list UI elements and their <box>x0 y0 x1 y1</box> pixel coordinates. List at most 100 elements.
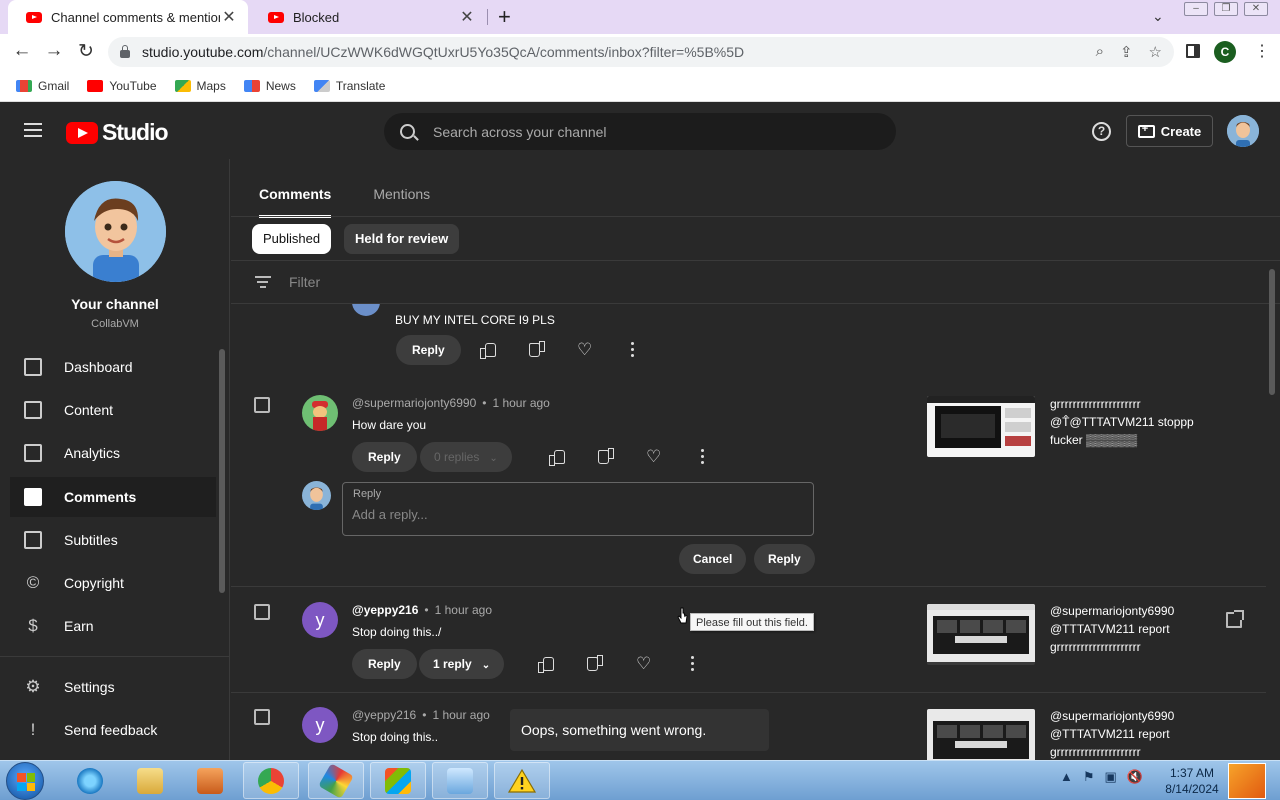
sidebar-item-content[interactable]: Content <box>10 390 216 430</box>
video-thumbnail[interactable] <box>927 396 1035 457</box>
sidebar-item-earn[interactable]: $ Earn <box>10 606 216 646</box>
taskbar-windows-app[interactable] <box>370 762 426 799</box>
tray-expand-icon[interactable]: ▲ <box>1060 769 1073 785</box>
heart-icon[interactable]: ♡ <box>636 655 651 672</box>
thumbs-down-icon[interactable] <box>587 657 603 671</box>
reload-icon[interactable]: ↻ <box>74 40 98 63</box>
replies-toggle[interactable]: 1 reply ⌄ <box>419 649 505 679</box>
start-button[interactable] <box>6 762 44 800</box>
minimize-icon[interactable]: – <box>1184 2 1208 16</box>
bookmark-news[interactable]: News <box>243 79 296 93</box>
commenter-avatar[interactable] <box>352 304 380 316</box>
chip-held-for-review[interactable]: Held for review <box>344 224 460 254</box>
thumbs-up-icon[interactable] <box>480 343 496 359</box>
video-title[interactable]: @supermariojonty6990 @TTTATVM211 report … <box>1050 602 1210 656</box>
commenter-avatar[interactable]: y <box>302 707 338 743</box>
bookmark-youtube[interactable]: YouTube <box>87 79 157 93</box>
address-bar[interactable]: studio.youtube.com/channel/UCzWWK6dWGQtU… <box>108 37 1174 67</box>
network-icon[interactable]: ▣ <box>1105 769 1117 785</box>
reply-button[interactable]: Reply <box>352 649 417 679</box>
search-input[interactable] <box>433 123 853 140</box>
taskbar-app-colorful[interactable] <box>308 762 364 799</box>
thumbs-down-icon[interactable] <box>598 450 614 464</box>
commenter-avatar[interactable] <box>302 395 338 431</box>
search-icon[interactable] <box>400 124 415 139</box>
chrome-menu-icon[interactable]: ⋮ <box>1254 41 1270 61</box>
close-icon[interactable]: ✕ <box>220 7 238 27</box>
zoom-search-icon[interactable]: ⌕ <box>1096 43 1104 61</box>
comment-author[interactable]: @yeppy216 <box>352 708 416 722</box>
more-options-icon[interactable] <box>631 342 635 360</box>
new-tab-plus-icon[interactable]: + <box>498 4 511 30</box>
studio-logo[interactable]: Studio <box>66 119 169 146</box>
video-title[interactable]: @supermariojonty6990 @TTTATVM211 report … <box>1050 707 1210 760</box>
create-button[interactable]: Create <box>1126 115 1213 147</box>
reply-button[interactable]: Reply <box>352 442 417 472</box>
help-icon[interactable]: ? <box>1092 122 1111 141</box>
system-clock[interactable]: 1:37 AM 8/14/2024 <box>1160 765 1224 797</box>
sidebar-item-dashboard[interactable]: Dashboard <box>10 347 216 387</box>
heart-icon[interactable]: ♡ <box>577 341 592 358</box>
taskbar-chrome[interactable] <box>243 762 299 799</box>
video-thumbnail[interactable] <box>927 709 1035 760</box>
thumbs-up-icon[interactable] <box>549 450 565 466</box>
back-arrow-icon[interactable]: ← <box>10 40 34 62</box>
video-title[interactable]: grrrrrrrrrrrrrrrrrrrrr @T̂@TTTATVM211 st… <box>1050 395 1210 449</box>
restore-icon[interactable]: ❐ <box>1214 2 1238 16</box>
heart-icon[interactable]: ♡ <box>646 448 661 465</box>
taskbar-internet-explorer[interactable] <box>62 762 118 799</box>
share-icon[interactable]: ⇪ <box>1120 43 1133 61</box>
hamburger-menu-icon[interactable] <box>24 123 42 137</box>
more-options-icon[interactable] <box>691 656 695 674</box>
cancel-button[interactable]: Cancel <box>679 544 747 574</box>
commenter-avatar[interactable]: y <box>302 602 338 638</box>
filter-bar[interactable]: Filter <box>231 261 1280 303</box>
browser-tab-comments[interactable]: Channel comments & mentions ✕ <box>8 0 248 34</box>
more-options-icon[interactable] <box>701 449 705 467</box>
tab-comments[interactable]: Comments <box>259 186 332 218</box>
video-thumbnail[interactable] <box>927 604 1035 665</box>
profile-avatar[interactable]: C <box>1214 41 1236 63</box>
comment-checkbox[interactable] <box>254 397 270 413</box>
taskbar-media-player[interactable] <box>182 762 238 799</box>
sidebar-item-settings[interactable]: ⚙ Settings <box>10 667 216 707</box>
sidebar-item-subtitles[interactable]: Subtitles <box>10 520 216 560</box>
account-avatar[interactable] <box>1227 115 1259 147</box>
taskbar-explorer[interactable] <box>122 762 178 799</box>
close-icon[interactable]: ✕ <box>458 7 476 27</box>
comment-checkbox[interactable] <box>254 604 270 620</box>
filter-icon[interactable] <box>255 276 271 288</box>
bookmark-maps[interactable]: Maps <box>174 79 226 93</box>
taskbar-control-panel[interactable] <box>432 762 488 799</box>
window-close-icon[interactable]: ✕ <box>1244 2 1268 16</box>
forward-arrow-icon[interactable]: → <box>42 40 66 62</box>
tab-search-chevron-icon[interactable]: ⌄ <box>1152 8 1164 25</box>
thumbs-down-icon[interactable] <box>529 343 545 357</box>
user-tile-thumbnail[interactable] <box>1228 763 1266 799</box>
browser-tab-blocked[interactable]: Blocked ✕ <box>250 0 486 34</box>
sidebar-item-copyright[interactable]: © Copyright <box>10 563 216 603</box>
sidebar-item-feedback[interactable]: ! Send feedback <box>10 710 216 750</box>
submit-reply-button[interactable]: Reply <box>754 544 815 574</box>
comment-author[interactable]: @supermariojonty6990 <box>352 396 476 410</box>
bookmark-gmail[interactable]: Gmail <box>16 79 69 93</box>
chip-published[interactable]: Published <box>252 224 332 254</box>
side-panel-icon[interactable] <box>1186 44 1200 58</box>
reply-button[interactable]: Reply <box>396 335 461 365</box>
sidebar-scrollbar[interactable] <box>219 349 225 593</box>
volume-muted-icon[interactable]: 🔇 <box>1127 769 1143 785</box>
open-external-icon[interactable] <box>1226 610 1244 628</box>
bookmark-translate[interactable]: Translate <box>313 79 385 93</box>
main-scrollbar[interactable] <box>1269 269 1275 395</box>
sidebar-item-analytics[interactable]: Analytics <box>10 433 216 473</box>
comment-author[interactable]: @yeppy216 <box>352 603 418 617</box>
reply-input[interactable] <box>352 507 802 522</box>
tray-flag-icon[interactable]: ⚑ <box>1083 769 1095 785</box>
comment-checkbox[interactable] <box>254 709 270 725</box>
tab-mentions[interactable]: Mentions <box>373 186 430 218</box>
bookmark-star-icon[interactable]: ☆ <box>1149 43 1162 61</box>
taskbar-warning-app[interactable] <box>494 762 550 799</box>
thumbs-up-icon[interactable] <box>538 657 554 673</box>
channel-avatar[interactable] <box>65 181 166 282</box>
sidebar-item-comments[interactable]: Comments <box>10 477 216 517</box>
